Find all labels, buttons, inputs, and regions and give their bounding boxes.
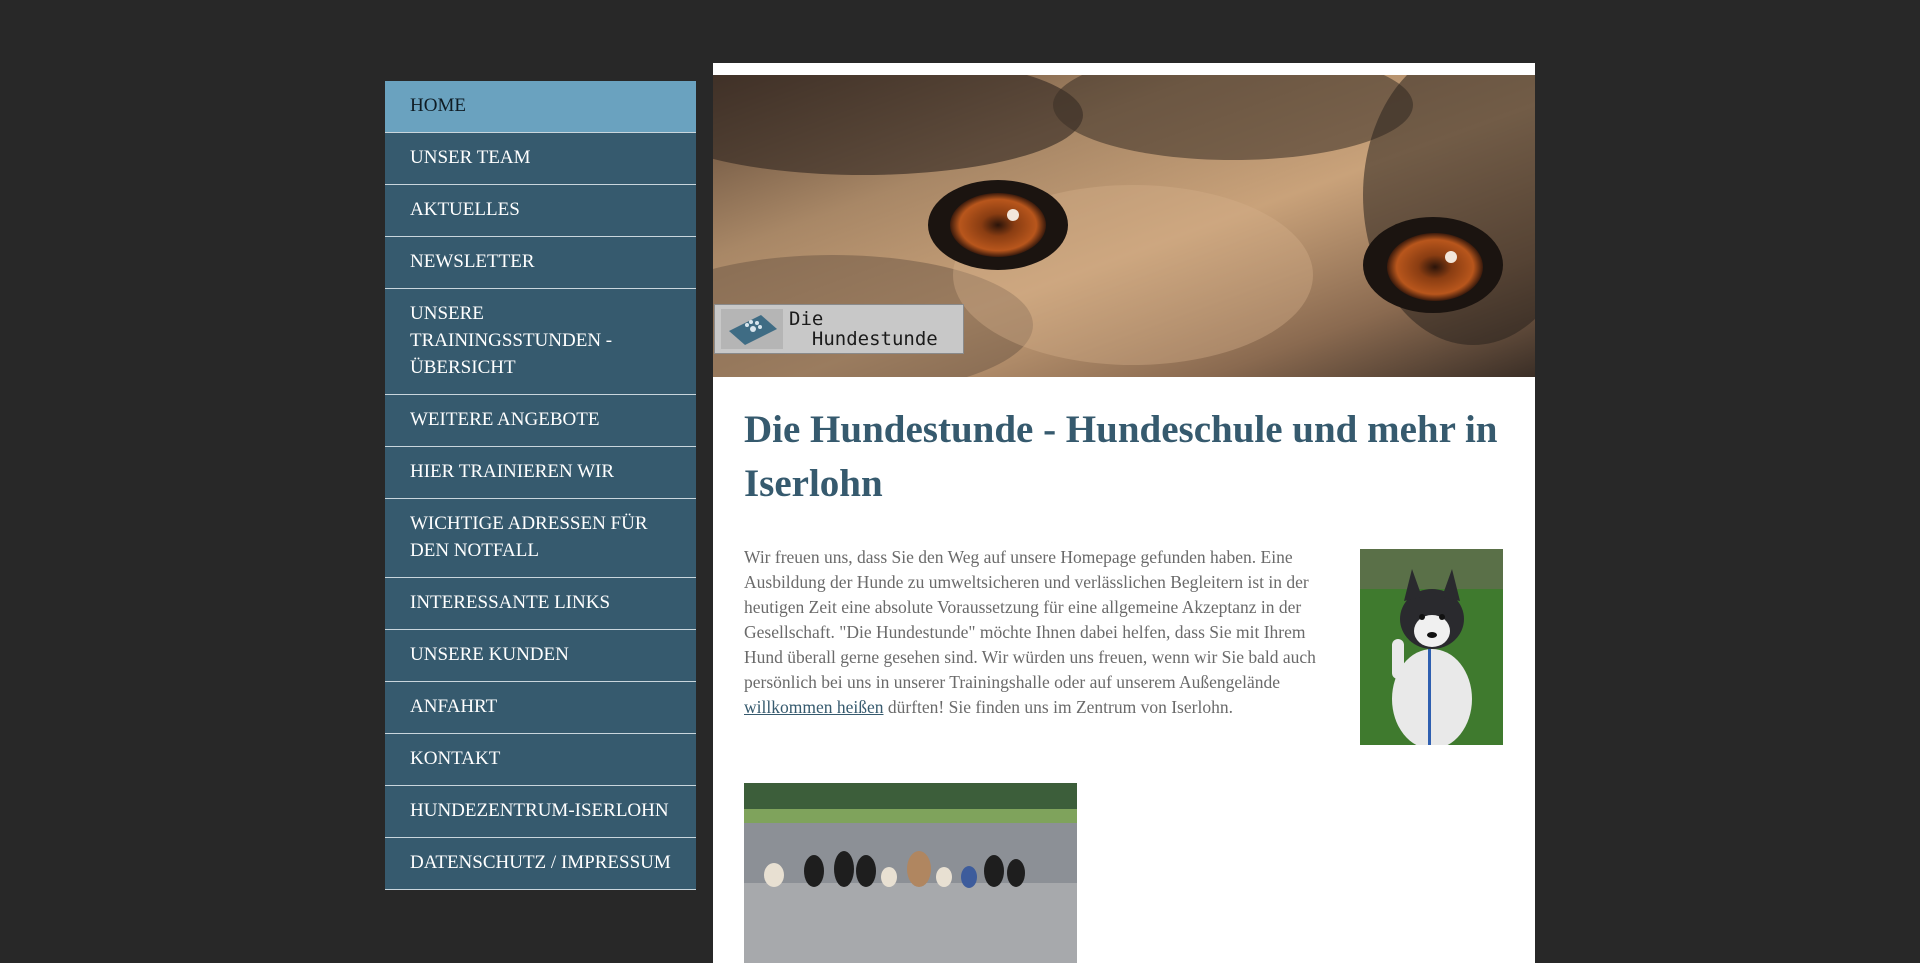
nav-item-anfahrt[interactable]: ANFAHRT [385, 682, 696, 734]
husky-photo [1360, 549, 1503, 745]
intro-paragraph: Wir freuen uns, dass Sie den Weg auf uns… [744, 547, 1316, 717]
nav-item-interessante-links[interactable]: INTERESSANTE LINKS [385, 578, 696, 630]
nav-item-hundezentrum[interactable]: HUNDEZENTRUM-ISERLOHN [385, 786, 696, 838]
nav-item-kontakt[interactable]: KONTAKT [385, 734, 696, 786]
nav-item-notfall-adressen[interactable]: WICHTIGE ADRESSEN FÜR DEN NOTFALL [385, 499, 696, 578]
nav-item-newsletter[interactable]: NEWSLETTER [385, 237, 696, 289]
welcome-link[interactable]: willkommen heißen [744, 697, 884, 717]
nav-item-unsere-kunden[interactable]: UNSERE KUNDEN [385, 630, 696, 682]
nav-item-weitere-angebote[interactable]: WEITERE ANGEBOTE [385, 395, 696, 447]
logo-text: Die Hundestunde [789, 308, 938, 350]
nav-item-hier-trainieren-wir[interactable]: HIER TRAINIEREN WIR [385, 447, 696, 499]
dog-group-photo [744, 783, 1077, 963]
header-banner: Die Hundestunde [713, 75, 1535, 377]
main-navigation: HOME UNSER TEAM AKTUELLES NEWSLETTER UNS… [385, 81, 696, 890]
paw-tag-icon [721, 309, 783, 349]
site-logo[interactable]: Die Hundestunde [714, 304, 964, 354]
nav-item-datenschutz-impressum[interactable]: DATENSCHUTZ / IMPRESSUM [385, 838, 696, 890]
page-title: Die Hundestunde - Hundeschule und mehr i… [744, 408, 1498, 505]
nav-item-unser-team[interactable]: UNSER TEAM [385, 133, 696, 185]
nav-item-home[interactable]: HOME [385, 81, 696, 133]
nav-item-aktuelles[interactable]: AKTUELLES [385, 185, 696, 237]
content-area: Die Hundestunde Die Hundestunde - Hundes… [713, 63, 1535, 963]
nav-item-trainingsstunden[interactable]: UNSERE TRAININGSSTUNDEN - ÜBERSICHT [385, 289, 696, 395]
